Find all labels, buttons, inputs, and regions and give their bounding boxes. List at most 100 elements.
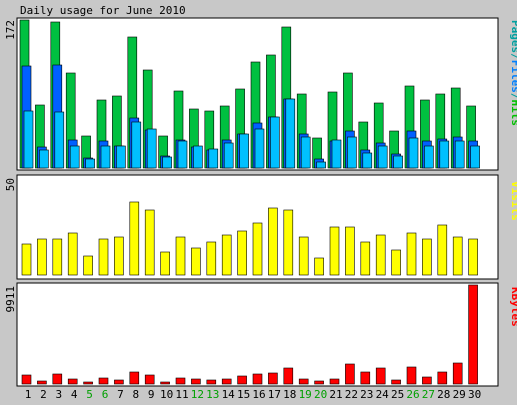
x-tick-label: 4 [71,388,78,401]
x-tick-label: 30 [468,388,481,401]
x-tick-label: 12 [191,388,204,401]
pages-bar [54,111,65,169]
pages-bar [254,128,265,169]
visits-bar [21,243,32,276]
visits-bar [283,209,294,276]
pages-bar [39,149,49,169]
visits-bar [52,238,63,276]
pages-bar [470,145,480,169]
y-max-label-visits: 50 [4,178,17,191]
kbytes-bar [129,371,140,385]
pages-bar [100,145,111,169]
x-tick-label: 14 [222,388,236,401]
pages-bar [69,145,80,169]
ylabel-pages-files-hits: Pages/Files/Hits [509,20,517,126]
pages-bar [439,140,450,169]
visits-bar [160,251,170,276]
kbytes-bar [191,378,201,385]
visits-bar [345,226,355,276]
kbytes-bar [237,375,247,385]
kbytes-bar [298,378,309,385]
pages-bar [316,161,326,169]
pages-bar [116,145,126,169]
x-tick-label: 29 [453,388,466,401]
kbytes-bar [114,379,124,385]
x-tick-label: 20 [314,388,327,401]
visits-bar [314,257,324,276]
pages-bar [239,133,249,169]
visits-bar [144,209,155,276]
kbytes-bar [144,374,155,385]
kbytes-bar [283,367,294,385]
pages-bar [408,137,419,169]
kbytes-bar [360,371,371,385]
x-tick-label: 5 [86,388,93,401]
kbytes-bar [375,367,386,385]
pages-bar [285,98,296,169]
x-tick-label: 26 [406,388,419,401]
x-tick-label: 6 [102,388,109,401]
x-tick-label: 22 [345,388,358,401]
x-tick-label: 2 [40,388,47,401]
pages-bar [377,145,388,169]
visits-bar [252,222,263,276]
chart-panel-3 [16,282,499,387]
visits-bar [468,238,478,276]
usage-chart-frame: Daily usage for June 2010172Pages/Files/… [0,0,517,405]
x-tick-label: 27 [422,388,435,401]
visits-bar [375,234,386,276]
ylabel-visits: Visits [509,181,517,221]
x-tick-label: 17 [268,388,281,401]
pages-bar [347,136,357,169]
y-max-label-kbytes: 9911 [4,286,17,313]
visits-bar [98,238,109,276]
visits-bar [221,234,232,276]
visits-bar [67,232,78,276]
kbytes-bar [468,284,478,385]
kbytes-bar [160,381,170,385]
ylabel-kbytes: KBytes [509,287,517,327]
visits-bar [268,207,278,276]
pages-bar [424,145,434,169]
visits-bar [360,241,371,276]
x-tick-label: 7 [117,388,124,401]
pages-bar [146,128,157,169]
kbytes-bar [221,378,232,385]
x-tick-label: 13 [206,388,219,401]
x-tick-label: 18 [283,388,296,401]
visits-bar [391,249,401,276]
x-tick-label: 28 [437,388,450,401]
pages-bar [85,158,95,169]
pages-bar [177,140,188,169]
pages-bar [208,148,219,169]
visits-bar [422,238,432,276]
ylabel-part: Files [509,60,517,93]
kbytes-bar [329,378,340,385]
pages-bar [300,136,311,169]
kbytes-bar [83,381,93,385]
x-tick-label: 1 [25,388,32,401]
visits-bar [129,201,140,276]
x-tick-label: 8 [132,388,139,401]
visits-bar [83,255,93,276]
kbytes-bar [67,378,78,385]
kbytes-bar [21,374,32,385]
x-tick-label: 10 [160,388,173,401]
pages-bar [223,142,234,169]
pages-bar [23,110,34,169]
x-tick-label: 16 [252,388,265,401]
y-max-label-hits: 172 [4,20,17,40]
x-tick-label: 3 [55,388,62,401]
daily-usage-chart: Daily usage for June 2010172Pages/Files/… [4,4,517,401]
pages-bar [162,156,172,169]
x-tick-label: 25 [391,388,404,401]
kbytes-bar [175,377,186,385]
visits-bar [37,238,47,276]
visits-bar [206,241,217,276]
visits-bar [298,236,309,276]
pages-bar [454,140,465,169]
visits-bar [191,247,201,276]
kbytes-bar [268,372,278,385]
x-tick-label: 9 [148,388,155,401]
kbytes-bar [252,373,263,385]
